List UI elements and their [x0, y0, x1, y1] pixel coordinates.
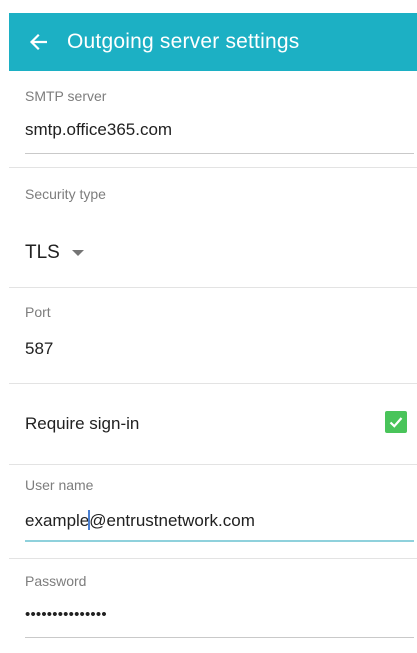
- smtp-server-label: SMTP server: [25, 88, 107, 104]
- password-field[interactable]: Password •••••••••••••••: [9, 559, 417, 649]
- security-type-field: Security type TLS: [9, 168, 417, 287]
- password-label: Password: [25, 573, 87, 589]
- password-underline: [25, 637, 414, 638]
- username-underline: [25, 540, 414, 542]
- username-field[interactable]: User name example@entrustnetwork.com: [9, 465, 417, 557]
- smtp-server-value[interactable]: smtp.office365.com: [25, 120, 172, 140]
- back-button[interactable]: [13, 13, 63, 71]
- password-input[interactable]: •••••••••••••••: [25, 606, 107, 623]
- require-signin-label: Require sign-in: [25, 414, 140, 433]
- require-signin-row[interactable]: Require sign-in: [9, 384, 417, 464]
- username-text-before: example: [25, 511, 90, 530]
- smtp-server-underline: [25, 153, 414, 154]
- app-bar: Outgoing server settings: [9, 13, 417, 71]
- username-label: User name: [25, 477, 94, 493]
- port-value[interactable]: 587: [25, 339, 53, 359]
- port-label: Port: [25, 304, 51, 320]
- checkmark-icon: [389, 417, 403, 428]
- arrow-back-icon: [29, 33, 47, 51]
- dropdown-caret-icon: [71, 250, 84, 256]
- username-input[interactable]: example@entrustnetwork.com: [25, 510, 255, 531]
- security-type-value: TLS: [25, 242, 60, 263]
- security-type-label: Security type: [25, 186, 106, 202]
- require-signin-checkbox[interactable]: [385, 411, 407, 433]
- security-type-dropdown[interactable]: TLS: [25, 242, 84, 264]
- page-title: Outgoing server settings: [67, 30, 300, 53]
- username-text-after: @entrustnetwork.com: [89, 511, 255, 530]
- smtp-server-field[interactable]: SMTP server smtp.office365.com: [9, 71, 417, 167]
- port-field[interactable]: Port 587: [9, 288, 417, 383]
